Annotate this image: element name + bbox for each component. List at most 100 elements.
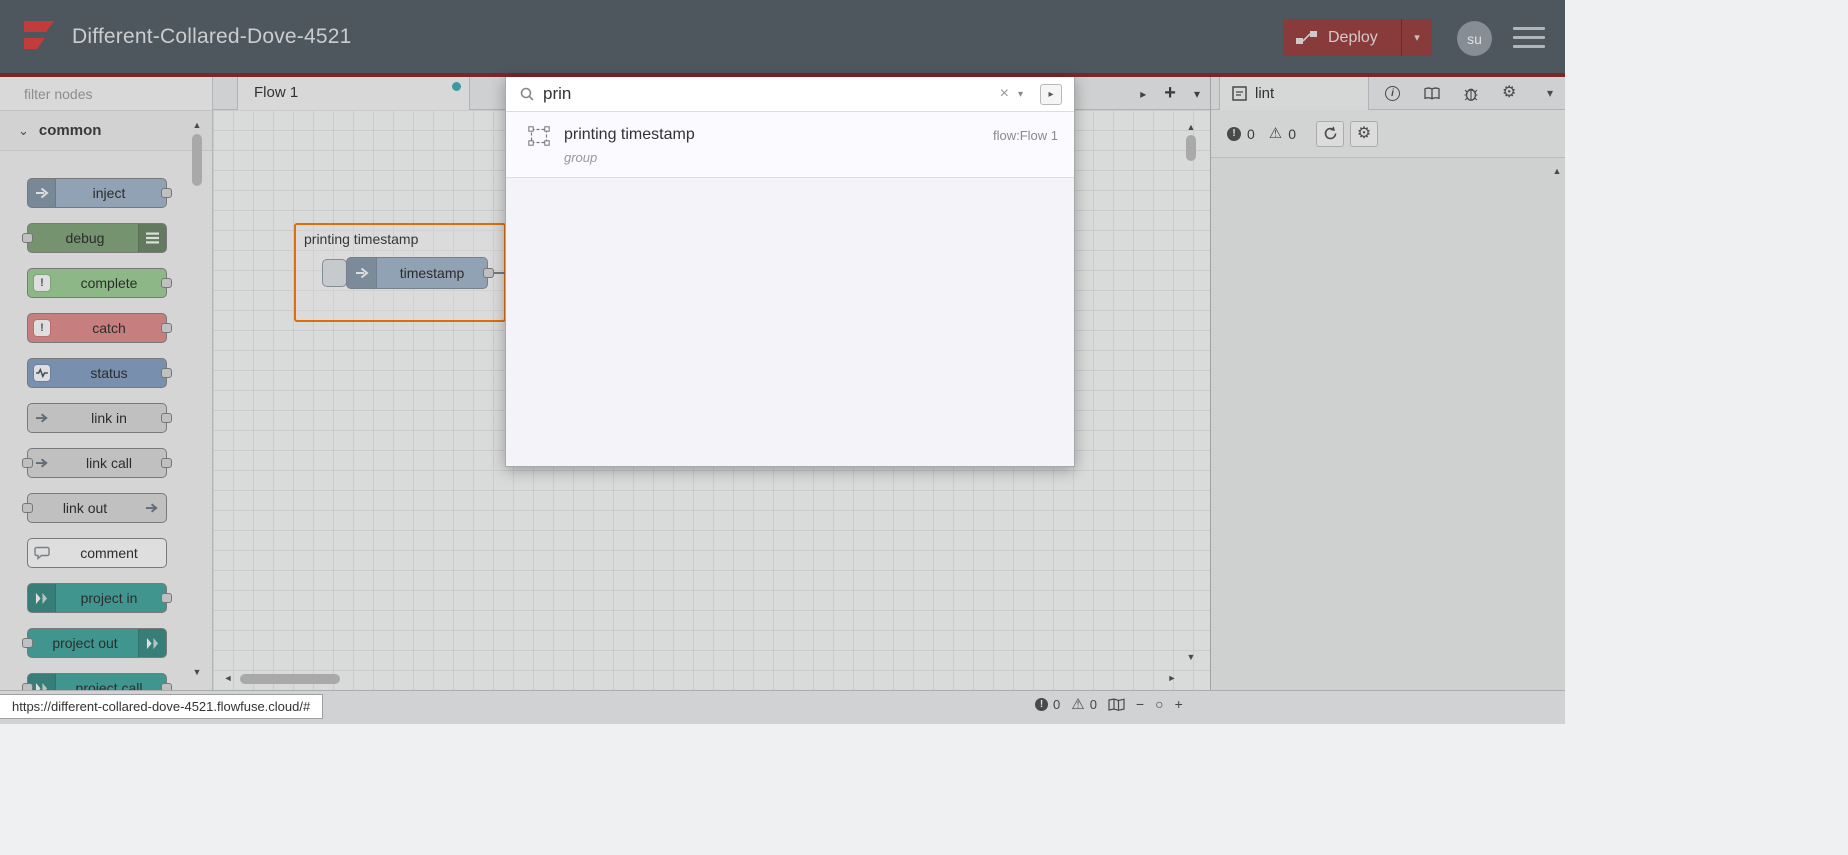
link-arrow-icon (28, 404, 56, 432)
tab-label: Flow 1 (254, 84, 299, 101)
error-count-value: 0 (1247, 125, 1255, 142)
zoom-reset-button[interactable]: ○ (1155, 696, 1163, 712)
flow-list-icon[interactable]: ▾ (1194, 87, 1200, 101)
main-menu-button[interactable] (1513, 27, 1545, 54)
project-icon (138, 629, 166, 657)
header: Different-Collared-Dove-4521 Deploy ▾ su (0, 0, 1565, 73)
lint-icon (1232, 85, 1247, 101)
zoom-in-button[interactable]: + (1175, 696, 1183, 712)
lint-settings-button[interactable]: ⚙ (1350, 120, 1379, 147)
canvas-hscrollbar-thumb[interactable] (240, 674, 340, 684)
footer-error-toggle[interactable]: ! 0 (1035, 697, 1060, 712)
browser-status-url: https://different-collared-dove-4521.flo… (0, 694, 324, 719)
palette-scrollbar-thumb[interactable] (192, 134, 202, 186)
instance-title: Different-Collared-Dove-4521 (72, 24, 352, 48)
hamburger-icon (1513, 27, 1545, 30)
search-header: × ▾ ▸ (506, 77, 1074, 112)
palette-node-link-out[interactable]: link out (22, 493, 167, 523)
palette-node-label: inject (92, 185, 126, 201)
deploy-options-button[interactable]: ▾ (1401, 19, 1432, 56)
inject-arrow-icon (28, 179, 56, 207)
canvas-scroll-right-icon[interactable]: ► (1166, 673, 1178, 683)
clear-search-icon[interactable]: × (1000, 85, 1009, 103)
palette-node-label: project out (52, 635, 118, 651)
tab-debug[interactable] (1464, 86, 1478, 101)
output-port (161, 323, 172, 333)
palette-node-link-call[interactable]: link call (22, 448, 172, 478)
book-icon (1424, 86, 1440, 100)
palette-node-catch[interactable]: ! catch (27, 313, 172, 343)
input-port (22, 458, 33, 468)
palette-node-status[interactable]: status (27, 358, 172, 388)
warning-triangle-icon: ⚠ (1268, 125, 1283, 142)
zoom-out-button[interactable]: − (1136, 696, 1144, 712)
sidebar-menu-icon[interactable]: ▾ (1547, 86, 1553, 100)
palette-node-inject[interactable]: inject (27, 178, 172, 208)
catch-exclamation-icon: ! (28, 314, 56, 342)
palette-node-list: inject debug ! complete ! catch status l… (0, 151, 212, 690)
filter-nodes-input[interactable] (24, 85, 205, 102)
output-port[interactable] (483, 268, 494, 278)
palette-scroll-down-icon[interactable]: ▼ (191, 667, 203, 677)
palette-node-label: link in (91, 410, 127, 426)
tab-config[interactable]: ⚙ (1502, 85, 1516, 101)
palette-node-project-in[interactable]: project in (27, 583, 172, 613)
lint-warning-count[interactable]: ⚠ 0 (1269, 126, 1296, 142)
complete-exclamation-icon: ! (28, 269, 56, 297)
palette-node-comment[interactable]: comment (27, 538, 167, 568)
output-port (161, 593, 172, 603)
canvas-scroll-down-icon[interactable]: ▼ (1185, 652, 1197, 662)
tab-info[interactable]: i (1385, 85, 1400, 101)
search-expand-button[interactable]: ▸ (1040, 83, 1062, 105)
palette-node-debug[interactable]: debug (22, 223, 167, 253)
input-port (22, 638, 33, 648)
group-icon (528, 126, 550, 146)
warning-count-value: 0 (1288, 125, 1297, 142)
inject-node-body[interactable]: timestamp (346, 257, 488, 289)
sidebar-scroll-up-icon[interactable]: ▲ (1551, 166, 1563, 176)
gear-icon: ⚙ (1502, 84, 1517, 101)
input-port (22, 233, 33, 243)
palette-node-complete[interactable]: ! complete (27, 268, 172, 298)
palette-category-common[interactable]: ⌄ common (0, 111, 212, 151)
user-avatar[interactable]: su (1457, 21, 1492, 56)
lint-error-count[interactable]: ! 0 (1227, 126, 1255, 142)
search-result-item[interactable]: printing timestamp group flow:Flow 1 (506, 112, 1074, 178)
palette-node-project-out[interactable]: project out (22, 628, 167, 658)
palette-scroll-up-icon[interactable]: ▲ (191, 120, 203, 130)
status-url-text: https://different-collared-dove-4521.flo… (12, 699, 311, 714)
lint-refresh-button[interactable] (1316, 120, 1345, 147)
palette-node-link-in[interactable]: link in (27, 403, 172, 433)
inject-trigger-button[interactable] (322, 259, 347, 287)
tab-flow-1[interactable]: Flow 1 (237, 77, 470, 110)
tab-lint[interactable]: lint (1219, 76, 1369, 110)
canvas-scroll-left-icon[interactable]: ◄ (222, 673, 234, 683)
canvas-scroll-up-icon[interactable]: ▲ (1185, 122, 1197, 132)
footer-warning-count: 0 (1089, 696, 1097, 712)
palette-filter (0, 77, 212, 111)
tab-scroll-right-icon[interactable]: ▸ (1140, 87, 1146, 101)
deploy-button[interactable]: Deploy ▾ (1283, 19, 1432, 56)
search-options-icon[interactable]: ▾ (1018, 89, 1023, 100)
map-icon (1108, 697, 1125, 711)
tab-modified-dot (452, 82, 461, 91)
tab-help[interactable] (1424, 86, 1440, 100)
output-port (161, 368, 172, 378)
palette-node-label: comment (80, 545, 138, 561)
output-port (161, 683, 172, 690)
lint-results-panel: ▲ (1211, 158, 1565, 690)
navigator-toggle[interactable] (1108, 697, 1125, 711)
project-icon (28, 584, 56, 612)
search-input[interactable] (543, 84, 991, 104)
canvas-vscrollbar-thumb[interactable] (1186, 135, 1196, 161)
add-flow-button[interactable]: + (1164, 82, 1176, 105)
footer-warning-toggle[interactable]: ⚠ 0 (1071, 697, 1097, 712)
search-results: printing timestamp group flow:Flow 1 (506, 112, 1074, 466)
output-port (161, 413, 172, 423)
warning-triangle-icon: ⚠ (1071, 695, 1085, 713)
avatar-initials: su (1467, 30, 1482, 47)
group-label: printing timestamp (304, 231, 419, 247)
error-circle-icon: ! (1227, 126, 1241, 141)
input-port (22, 683, 33, 690)
palette-node-project-call[interactable]: project call (22, 673, 172, 690)
